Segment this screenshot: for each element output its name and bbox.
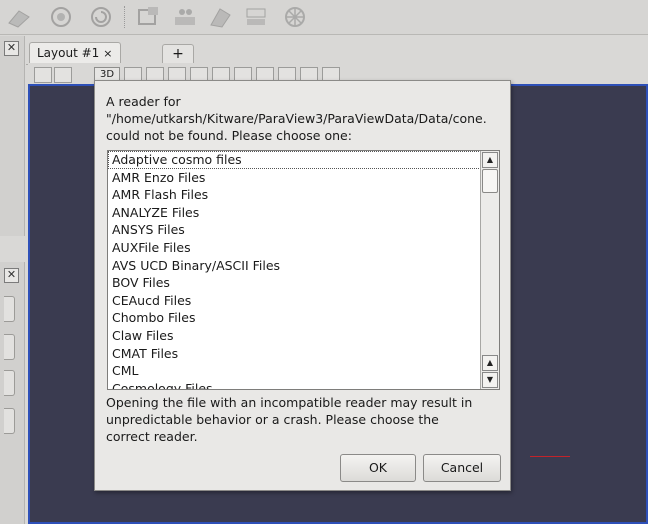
close-icon: ✕ <box>6 41 17 54</box>
scroll-thumb[interactable] <box>482 169 498 193</box>
reader-list-items: Adaptive cosmo files AMR Enzo Files AMR Fl… <box>108 151 481 389</box>
reader-list-item[interactable]: CML <box>108 362 481 380</box>
scroll-down-icon[interactable]: ▼ <box>482 372 498 388</box>
reader-list-item[interactable]: AMR Enzo Files <box>108 169 481 187</box>
dock-close-button-2[interactable]: ✕ <box>4 268 19 283</box>
add-layout-button[interactable]: + <box>162 44 194 63</box>
warning-line1: Opening the file with an incompatible re… <box>106 395 473 410</box>
panel-stub <box>4 370 15 396</box>
ok-button[interactable]: OK <box>340 454 416 482</box>
split-vertical-icon[interactable] <box>54 67 72 83</box>
reader-list[interactable]: Adaptive cosmo files AMR Enzo Files AMR Fl… <box>107 150 500 390</box>
reader-list-item[interactable]: Adaptive cosmo files <box>108 151 481 169</box>
tab-label: Layout #1 <box>37 46 100 60</box>
dialog-message-path: "/home/utkarsh/Kitware/ParaView3/ParaVie… <box>106 111 487 126</box>
pipeline-browser-panel <box>0 36 25 236</box>
reader-list-item[interactable]: CEAucd Files <box>108 292 481 310</box>
axes-grid-icon[interactable] <box>282 5 308 29</box>
warning-line3: correct reader. <box>106 429 198 444</box>
main-toolbar <box>0 0 648 35</box>
axis-line <box>530 456 570 457</box>
point-select-icon[interactable] <box>244 5 270 29</box>
panel-stub <box>4 408 15 434</box>
reader-list-item[interactable]: AUXFile Files <box>108 239 481 257</box>
dialog-message-line1: A reader for <box>106 94 181 109</box>
reader-list-item[interactable]: ANALYZE Files <box>108 204 481 222</box>
panel-stub <box>4 296 15 322</box>
layout-tab-bar: Layout #1 × + <box>26 40 648 65</box>
panel-stub <box>4 334 15 360</box>
dock-close-button[interactable]: ✕ <box>4 41 19 56</box>
reader-list-item[interactable]: ANSYS Files <box>108 221 481 239</box>
reader-list-item[interactable]: AMR Flash Files <box>108 186 481 204</box>
reader-list-scrollbar[interactable]: ▲ ▲ ▼ <box>480 151 499 389</box>
scroll-up-icon-bottom[interactable]: ▲ <box>482 355 498 371</box>
cancel-button[interactable]: Cancel <box>423 454 501 482</box>
stretch-icon[interactable] <box>6 5 32 29</box>
camera-link-icon[interactable] <box>48 5 74 29</box>
camera-undo-icon[interactable] <box>88 5 114 29</box>
warning-line2: unpredictable behavior or a crash. Pleas… <box>106 412 439 427</box>
tab-layout-1[interactable]: Layout #1 × <box>29 42 121 63</box>
reader-list-item[interactable]: BOV Files <box>108 274 481 292</box>
reader-list-item[interactable]: Chombo Files <box>108 309 481 327</box>
reader-list-item[interactable]: CMAT Files <box>108 345 481 363</box>
reader-list-item[interactable]: AVS UCD Binary/ASCII Files <box>108 257 481 275</box>
close-tab-icon[interactable]: × <box>103 47 112 60</box>
frustum-select-icon[interactable] <box>208 5 234 29</box>
reader-list-item[interactable]: Claw Files <box>108 327 481 345</box>
toolbar-separator <box>124 6 126 28</box>
close-icon: ✕ <box>6 268 17 281</box>
scroll-up-icon[interactable]: ▲ <box>482 152 498 168</box>
reader-list-item[interactable]: Cosmology Files <box>108 380 481 389</box>
split-horizontal-icon[interactable] <box>34 67 52 83</box>
choose-reader-dialog: A reader for "/home/utkarsh/Kitware/Para… <box>94 80 511 491</box>
box-select-icon[interactable] <box>136 5 162 29</box>
dialog-message-line3: could not be found. Please choose one: <box>106 128 352 143</box>
surface-select-icon[interactable] <box>172 5 198 29</box>
